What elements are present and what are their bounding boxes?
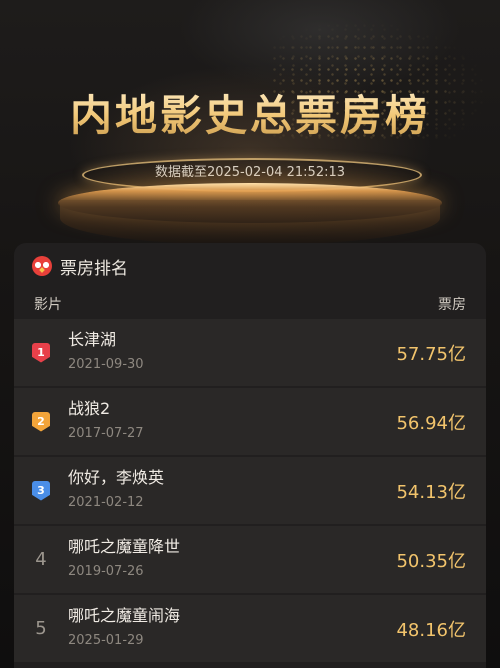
ranking-row[interactable]: 5 哪吒之魔童闹海 2025-01-29 48.16亿 — [14, 595, 486, 662]
screen: 内地影史总票房榜 数据截至2025-02-04 21:52:13 票房排名 影片… — [0, 0, 500, 668]
rank-number: 5 — [35, 618, 47, 639]
column-header-gross: 票房 — [438, 297, 466, 313]
ranking-row[interactable]: 3 你好，李焕英 2021-02-12 54.13亿 — [14, 457, 486, 524]
release-date: 2021-09-30 — [68, 357, 144, 372]
ranking-row[interactable]: 2 战狼2 2017-07-27 56.94亿 — [14, 388, 486, 455]
pedestal-base-decoration — [60, 200, 440, 245]
box-office-ranking-panel: 票房排名 影片 票房 1 长津湖 2021-09-30 57.75亿 2 战狼2… — [14, 243, 486, 668]
box-office-gross: 48.16亿 — [396, 619, 466, 641]
ranking-row[interactable]: 1 长津湖 2021-09-30 57.75亿 — [14, 319, 486, 386]
film-title: 长津湖 — [68, 330, 117, 349]
column-header-film: 影片 — [34, 297, 62, 313]
panel-header: 票房排名 — [14, 243, 486, 289]
release-date: 2019-07-26 — [68, 564, 144, 579]
rank-badge-icon: 2 — [32, 411, 50, 432]
film-title: 哪吒之魔童闹海 — [68, 606, 181, 625]
box-office-gross: 57.75亿 — [396, 343, 466, 365]
owl-logo-icon — [32, 256, 52, 276]
ranking-row[interactable]: 4 哪吒之魔童降世 2019-07-26 50.35亿 — [14, 526, 486, 593]
data-timestamp: 数据截至2025-02-04 21:52:13 — [154, 165, 346, 180]
rank-badge-icon: 1 — [32, 342, 50, 363]
film-title: 你好，李焕英 — [68, 468, 165, 487]
film-title: 战狼2 — [68, 399, 111, 418]
release-date: 2021-02-12 — [68, 495, 144, 510]
box-office-gross: 54.13亿 — [396, 481, 466, 503]
film-title: 哪吒之魔童降世 — [68, 537, 181, 556]
release-date: 2025-01-29 — [68, 633, 144, 648]
box-office-gross: 50.35亿 — [396, 550, 466, 572]
panel-title: 票房排名 — [60, 258, 128, 279]
hero-title: 内地影史总票房榜 — [0, 82, 500, 143]
ranking-list: 1 长津湖 2021-09-30 57.75亿 2 战狼2 2017-07-27… — [14, 319, 486, 662]
release-date: 2017-07-27 — [68, 426, 144, 441]
box-office-gross: 56.94亿 — [396, 412, 466, 434]
column-headers: 影片 票房 — [14, 289, 486, 319]
rank-badge-icon: 3 — [32, 480, 50, 501]
rank-number: 4 — [35, 549, 47, 570]
